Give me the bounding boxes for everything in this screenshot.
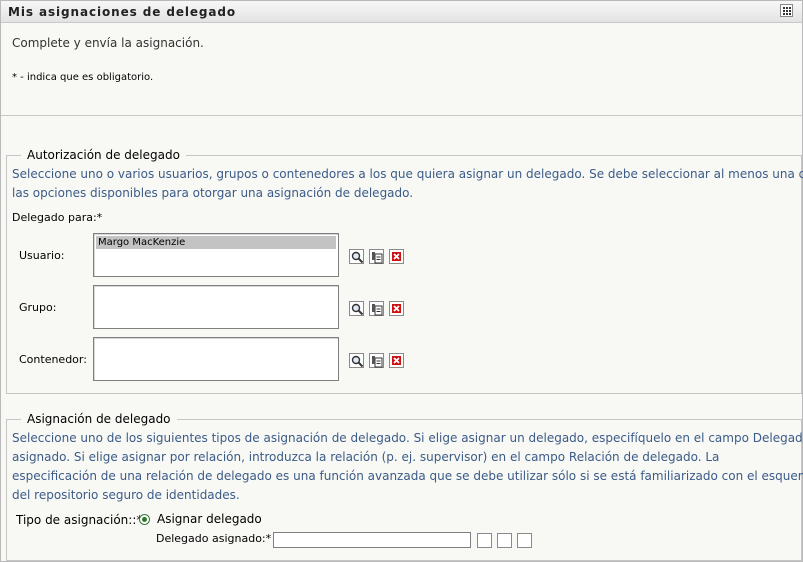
history-icon[interactable] (497, 533, 512, 548)
window-title: Mis asignaciones de delegado (8, 5, 237, 19)
portlet-frame: Mis asignaciones de delegado Complete y … (0, 0, 803, 562)
user-label: Usuario: (19, 249, 65, 262)
search-icon[interactable] (349, 353, 364, 368)
search-icon[interactable] (477, 533, 492, 548)
divider (1, 115, 802, 116)
container-label: Contenedor: (19, 353, 87, 366)
assignment-description-line4: del repositorio seguro de identidades. (12, 488, 240, 502)
history-icon[interactable] (369, 353, 384, 368)
assignment-description-line1: Seleccione uno de los siguientes tipos d… (12, 431, 803, 445)
group-label: Grupo: (19, 301, 57, 314)
title-bar: Mis asignaciones de delegado (1, 1, 802, 23)
history-icon[interactable] (369, 249, 384, 264)
search-icon[interactable] (349, 249, 364, 264)
assigned-delegate-label: Delegado asignado:* (156, 532, 272, 545)
delete-icon[interactable] (389, 249, 404, 264)
delegate-for-label: Delegado para:* (12, 211, 103, 224)
assigned-delegate-input[interactable] (273, 532, 471, 548)
container-listbox[interactable] (93, 337, 339, 381)
group-listbox[interactable] (93, 285, 339, 329)
assignment-description-line3: especificación de una relación de delega… (12, 469, 803, 483)
required-note: * - indica que es obligatorio. (12, 72, 154, 83)
assignment-description-line2: asignado. Si elige asignar por relación,… (12, 450, 720, 464)
delete-icon[interactable] (389, 353, 404, 368)
delete-icon[interactable] (389, 301, 404, 316)
intro-text: Complete y envía la asignación. (12, 36, 204, 50)
search-icon[interactable] (349, 301, 364, 316)
delete-icon[interactable] (517, 533, 532, 548)
history-icon[interactable] (369, 301, 384, 316)
grid-icon[interactable] (780, 4, 793, 17)
assignment-type-label: Tipo de asignación::* (16, 513, 143, 527)
authorization-legend: Autorización de delegado (21, 148, 186, 162)
assignment-legend: Asignación de delegado (21, 412, 177, 426)
assign-delegate-option-label: Asignar delegado (157, 512, 262, 526)
user-listbox[interactable]: Margo MacKenzie (93, 233, 339, 277)
user-selected-option[interactable]: Margo MacKenzie (96, 236, 336, 249)
authorization-description-line1: Seleccione uno o varios usuarios, grupos… (12, 167, 803, 181)
authorization-description-line2: las opciones disponibles para otorgar un… (12, 186, 414, 200)
assign-delegate-radio[interactable] (139, 514, 150, 525)
